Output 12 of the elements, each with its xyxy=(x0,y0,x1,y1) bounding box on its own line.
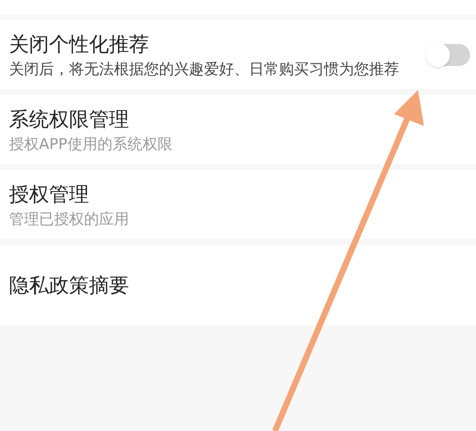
settings-row[interactable]: 系统权限管理 授权APP使用的系统权限 xyxy=(0,95,476,164)
setting-description: 授权APP使用的系统权限 xyxy=(9,135,174,154)
settings-row[interactable]: 授权管理 管理已授权的应用 xyxy=(0,170,476,239)
toggle-switch[interactable] xyxy=(428,44,470,66)
settings-row[interactable]: 隐私政策摘要 xyxy=(0,245,476,325)
settings-row[interactable]: 关闭个性化推荐 关闭后，将无法根据您的兴趣爱好、日常购买习惯为您推荐 xyxy=(0,20,476,89)
setting-title: 隐私政策摘要 xyxy=(9,272,130,299)
setting-description: 管理已授权的应用 xyxy=(9,210,130,229)
setting-title: 系统权限管理 xyxy=(9,106,130,133)
setting-title: 关闭个性化推荐 xyxy=(9,31,150,58)
setting-title: 授权管理 xyxy=(9,181,90,208)
setting-description: 关闭后，将无法根据您的兴趣爱好、日常购买习惯为您推荐 xyxy=(9,60,400,79)
